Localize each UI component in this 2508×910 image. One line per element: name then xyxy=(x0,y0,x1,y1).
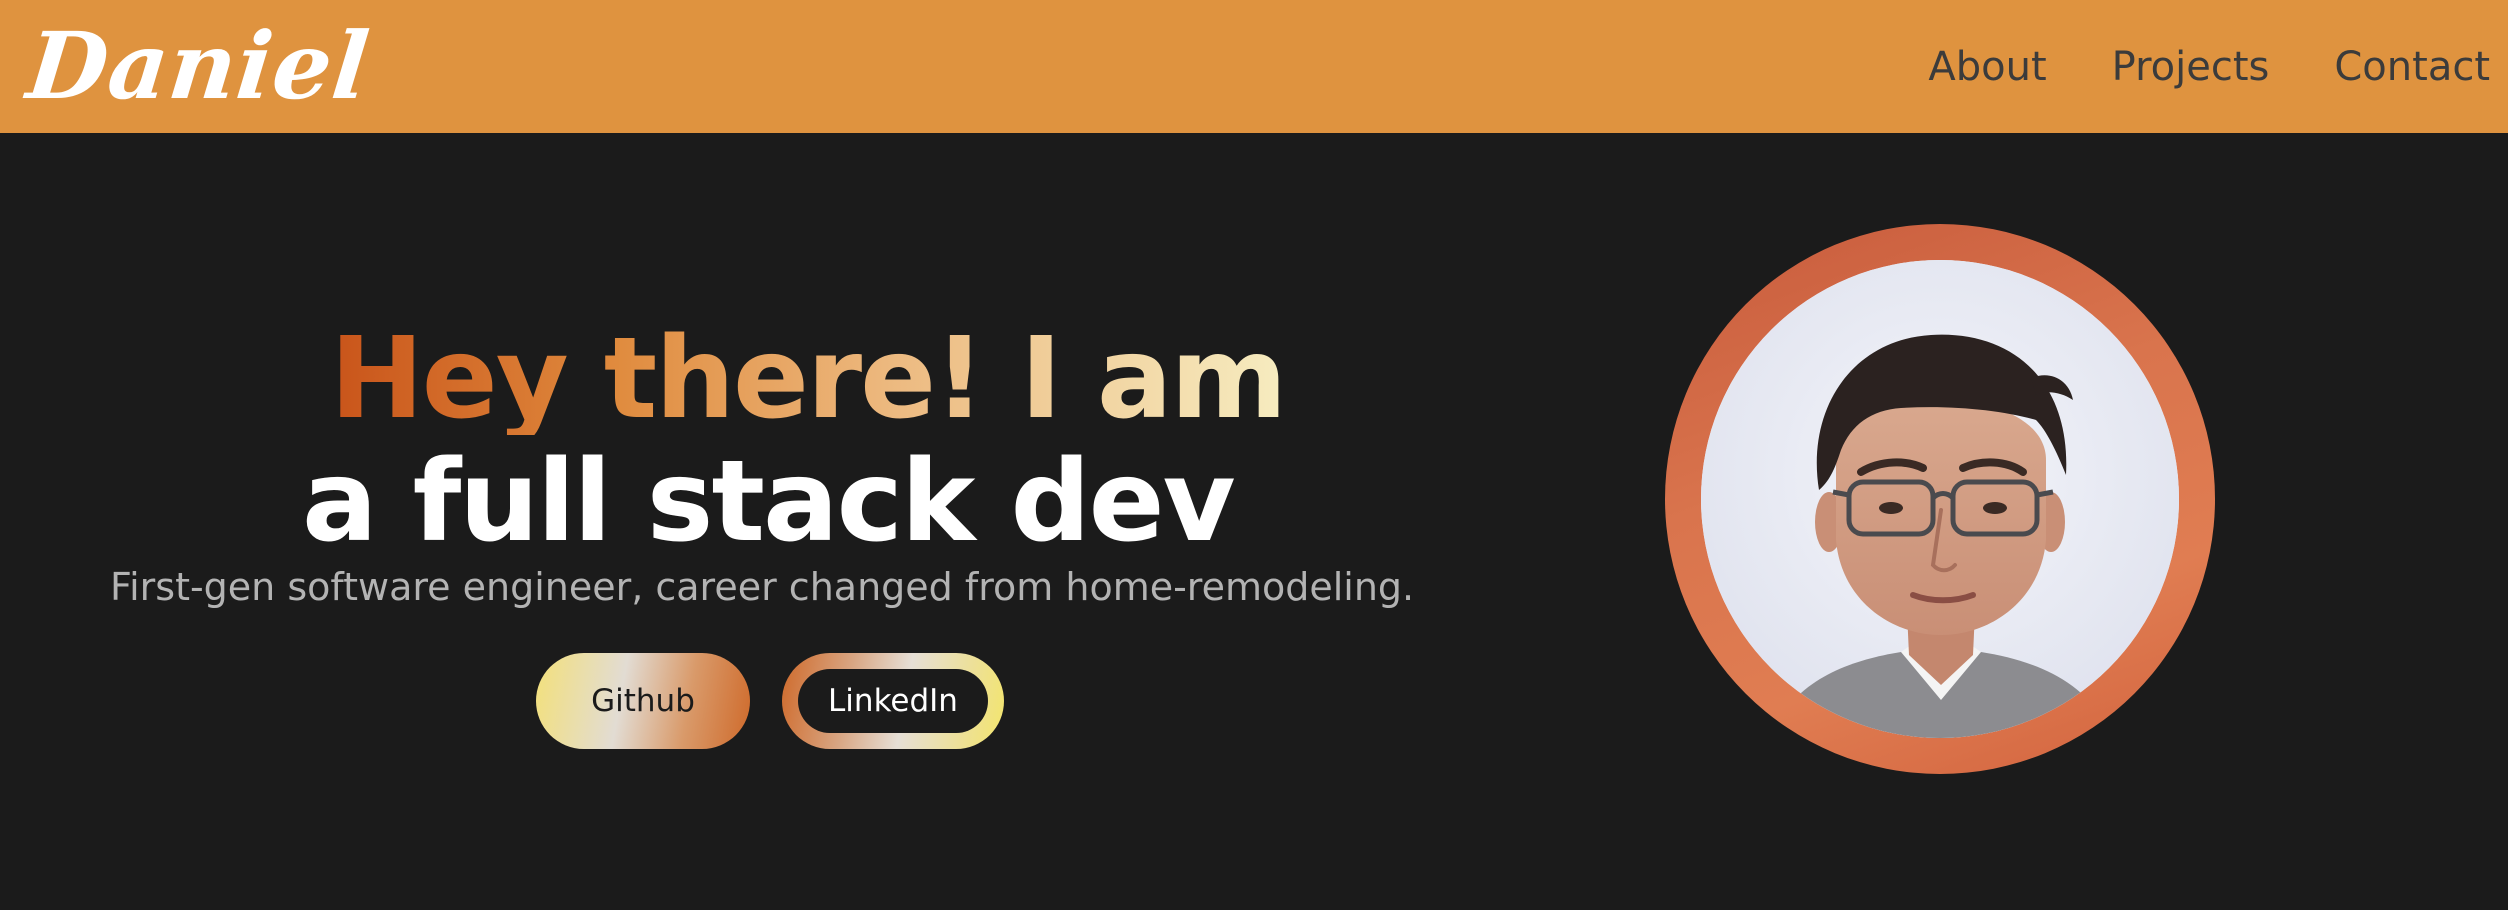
avatar-portrait xyxy=(1701,260,2179,738)
avatar xyxy=(1701,260,2179,738)
logo[interactable]: Daniel xyxy=(21,0,376,133)
linkedin-button-inner: LinkedIn xyxy=(798,669,988,733)
github-button[interactable]: Github xyxy=(536,653,750,749)
hero-section: Hey there! I am a full stack dev First-g… xyxy=(0,133,2508,910)
github-button-label: Github xyxy=(591,683,695,719)
nav-links: About Projects Contact xyxy=(1928,0,2490,133)
hero-headline-greeting: Hey there! I am xyxy=(330,314,1287,445)
hero-headline-role: a full stack dev xyxy=(302,437,1236,568)
linkedin-button[interactable]: LinkedIn xyxy=(782,653,1004,749)
avatar-ring xyxy=(1665,224,2215,774)
nav-link-contact[interactable]: Contact xyxy=(2334,44,2490,90)
hero-subtitle: First-gen software engineer, career chan… xyxy=(110,565,1415,609)
nav-link-about[interactable]: About xyxy=(1928,44,2046,90)
nav-link-projects[interactable]: Projects xyxy=(2112,44,2270,90)
linkedin-button-label: LinkedIn xyxy=(828,683,958,719)
navbar: Daniel About Projects Contact xyxy=(0,0,2508,133)
